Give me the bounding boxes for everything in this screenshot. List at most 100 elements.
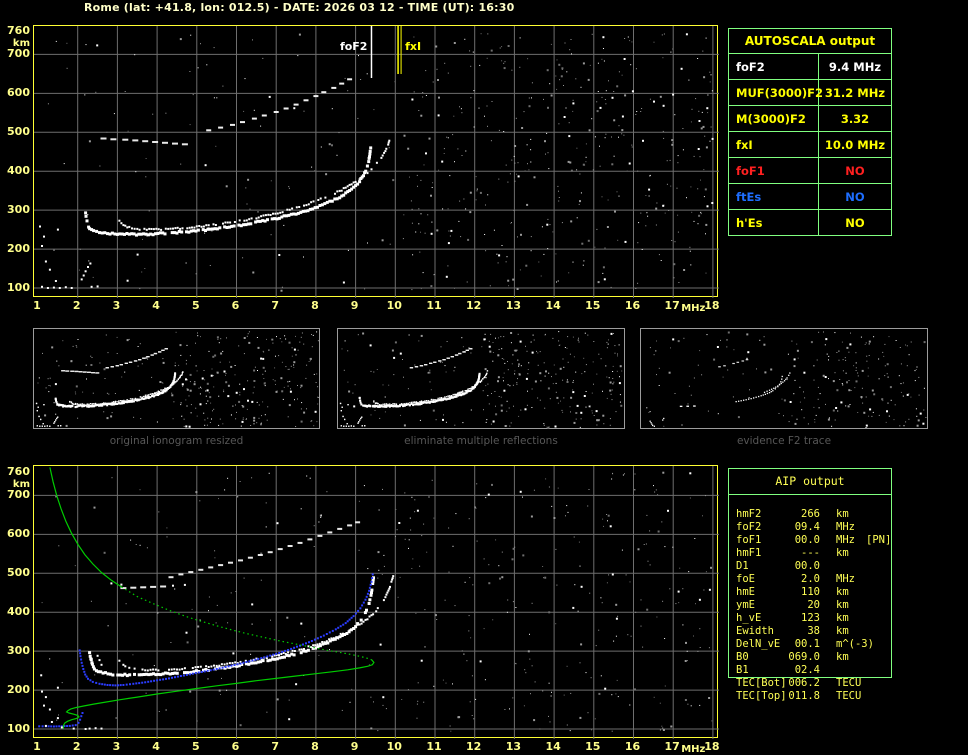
table-row: hmF1 --- km: [736, 547, 892, 560]
foF2-marker-label: foF2: [340, 40, 368, 53]
table-row: foF1 00.0 MHz [PN]: [736, 534, 892, 547]
x-tick-label: 15: [585, 740, 601, 753]
row-unit: MHz: [836, 534, 855, 546]
y-tick-label: 200: [7, 683, 30, 697]
autoscala-output-table: AUTOSCALA output foF2 9.4 MHz MUF(3000)F2 3…: [728, 28, 892, 236]
x-tick-label: 7: [271, 740, 280, 753]
table-row: B1 02.4: [736, 664, 892, 677]
x-axis-unit-label: MHz: [681, 303, 706, 314]
x-tick-label: 4: [152, 299, 160, 312]
series-second-hop-flat: [120, 585, 167, 590]
panel-caption: evidence F2 trace: [736, 435, 832, 447]
series-E-region-bits: [35, 402, 62, 427]
y-tick-label: 400: [7, 164, 30, 178]
series-F2-flat-sparse: [679, 405, 696, 407]
panel-1-canvas: [35, 331, 320, 428]
series-upper-multiple: [409, 348, 473, 369]
table-row: fxI 10.0 MHz: [729, 132, 891, 158]
series-upper-multiple: [409, 348, 473, 369]
row-unit: MHz: [836, 573, 855, 585]
x-tick-label: 6: [231, 740, 240, 753]
y-tick-label: 100: [7, 722, 30, 735]
x-tick-label: 14: [545, 299, 561, 312]
row-value: 31.2 MHz: [824, 85, 886, 100]
series-E-region-bits: [339, 402, 366, 427]
y-axis-unit-label: km: [12, 38, 30, 50]
row-label: h'Es: [729, 210, 819, 235]
table-row: foF1 NO: [729, 158, 891, 184]
row-value: 38: [807, 625, 820, 637]
x-tick-label: 8: [311, 299, 319, 312]
series-E-region-bits: [39, 225, 99, 289]
x-tick-label: 15: [585, 299, 601, 312]
row-value: 266: [801, 508, 820, 520]
y-tick-label: 200: [7, 242, 30, 256]
fxI-marker: fxI: [397, 26, 421, 74]
table-row: ftEs NO: [729, 184, 891, 210]
x-tick-label: 10: [386, 740, 402, 753]
series-density-profile-lower: [62, 659, 375, 729]
series-density-profile-upper: [49, 467, 122, 588]
series-upper-multiple: [105, 348, 168, 369]
series-E-region-bits: [35, 402, 62, 427]
y-tick-label: 760: [7, 465, 30, 479]
row-unit: km: [836, 612, 849, 624]
table-row: DelN_vE 00.1 m^(-3): [736, 638, 892, 651]
row-label: MUF(3000)F2: [729, 80, 823, 105]
row-unit: m^(-3): [836, 638, 874, 650]
noise-speckle: [41, 471, 713, 732]
panel-caption: original ionogram resized: [109, 435, 244, 447]
bottom-ionogram-canvas: [34, 466, 719, 739]
table-row: foF2 09.4 MHz: [736, 521, 892, 534]
row-value: 069.0: [788, 651, 820, 663]
x-tick-label: 3: [112, 299, 121, 312]
table-row: Ewidth 38 km: [736, 625, 892, 638]
table-row: B0 069.0 km: [736, 651, 892, 664]
series-F2-rise-sparse: [735, 375, 783, 403]
y-tick-label: 600: [7, 86, 30, 100]
panel-caption: eliminate multiple reflections: [404, 435, 558, 447]
y-tick-label: 600: [7, 527, 30, 541]
y-tick-label: 400: [7, 605, 30, 619]
panel-original-ionogram: [33, 328, 320, 429]
series-F2-trace-X: [118, 575, 395, 672]
x-tick-label: 5: [191, 299, 200, 312]
row-unit: TECU: [836, 690, 862, 702]
x-tick-label: 7: [271, 299, 280, 312]
y-tick-label: 760: [7, 24, 30, 38]
x-tick-label: 6: [231, 299, 240, 312]
series-F2-X-sparse: [763, 372, 791, 393]
noise-speckle: [646, 331, 927, 429]
series-F2-trace-X: [373, 370, 489, 406]
table-row: M(3000)F2 3.32: [729, 106, 891, 132]
x-tick-label: 9: [350, 740, 359, 753]
y-tick-label: 700: [7, 47, 30, 61]
x-tick-label: 16: [624, 299, 641, 312]
x-tick-label: 11: [426, 740, 442, 753]
row-value: NO: [845, 215, 865, 230]
row-value: 00.1: [794, 638, 820, 650]
row-note: [PN]: [866, 534, 892, 546]
x-tick-label: 12: [466, 740, 482, 753]
row-value: 00.0: [794, 560, 820, 572]
table-row: MUF(3000)F2 31.2 MHz: [729, 80, 891, 106]
y-tick-label: 700: [7, 488, 30, 502]
series-E-region-bits: [339, 402, 366, 427]
series-E-mini: [649, 417, 665, 427]
table-row: TEC[Top] 011.8 TECU: [736, 690, 892, 703]
series-F2-trace-O: [88, 576, 375, 678]
row-label: ftEs: [729, 184, 819, 209]
y-tick-label: 500: [7, 125, 30, 139]
series-density-profile-dotted: [121, 586, 372, 661]
table-row: ymE 20 km: [736, 599, 892, 612]
table-row: h'Es NO: [729, 210, 891, 235]
series-upper-multiple: [206, 78, 353, 132]
row-unit: km: [836, 599, 849, 611]
x-tick-label: 17: [664, 740, 680, 753]
x-tick-label: 14: [545, 740, 561, 753]
row-value: 00.0: [794, 534, 820, 546]
row-unit: km: [836, 547, 849, 559]
row-unit: TECU: [836, 677, 862, 689]
row-value: 011.8: [788, 690, 820, 702]
panel-evidence-f2-trace: [640, 328, 928, 429]
